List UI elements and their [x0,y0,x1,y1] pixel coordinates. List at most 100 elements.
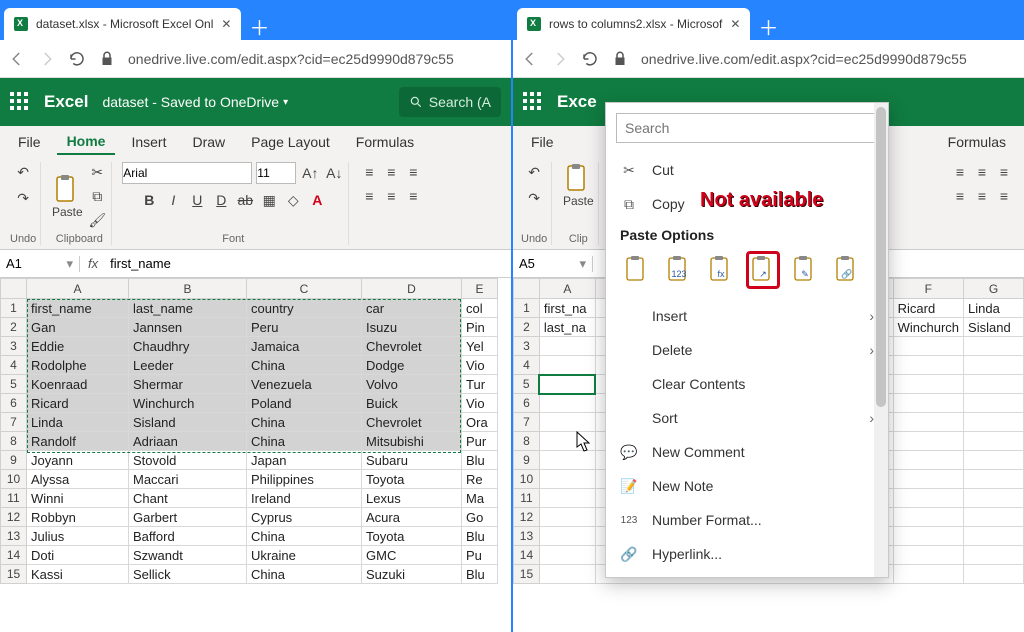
bold-button[interactable]: B [139,190,159,210]
paste-transpose-button[interactable]: ↗ [746,251,780,289]
cell[interactable]: Blu [462,451,498,470]
cell[interactable]: Chant [129,489,247,508]
back-button[interactable] [521,50,539,68]
tab-home[interactable]: Home [57,129,116,155]
row-header[interactable]: 13 [1,527,27,546]
cell[interactable]: Mitsubishi [362,432,462,451]
align-right-button[interactable]: ≡ [403,186,423,206]
tab-draw[interactable]: Draw [182,130,235,154]
cell[interactable]: Pin [462,318,498,337]
cell[interactable] [964,413,1024,432]
tab-file[interactable]: File [8,130,51,154]
cell[interactable]: Bafford [129,527,247,546]
format-painter-button[interactable]: 🖌 [87,210,107,230]
context-clear-contents[interactable]: Clear Contents [606,367,888,401]
row-header[interactable]: 5 [1,375,27,394]
row-header[interactable]: 4 [1,356,27,375]
cell[interactable]: Szwandt [129,546,247,565]
cell[interactable] [893,489,963,508]
cell[interactable]: Ireland [247,489,362,508]
redo-button[interactable]: ↷ [13,188,33,208]
cell[interactable]: Ukraine [247,546,362,565]
cell[interactable]: last_na [539,318,595,337]
cell[interactable] [893,565,963,584]
cell[interactable]: Buick [362,394,462,413]
increase-font-button[interactable]: A↑ [300,163,320,183]
align-top-button[interactable]: ≡ [359,162,379,182]
align-left-button[interactable]: ≡ [359,186,379,206]
italic-button[interactable]: I [163,190,183,210]
cell[interactable] [893,337,963,356]
cell[interactable] [893,413,963,432]
spreadsheet-grid[interactable]: ABCDE1first_namelast_namecountrycarcol2G… [0,278,498,584]
paste-formulas-button[interactable]: fx [704,251,738,289]
context-sort[interactable]: Sort› [606,401,888,435]
search-box[interactable]: Search (A [399,87,501,117]
row-header[interactable]: 14 [1,546,27,565]
fill-color-button[interactable]: ◇ [283,190,303,210]
app-launcher-icon[interactable] [523,92,543,112]
back-button[interactable] [8,50,26,68]
row-header[interactable]: 8 [1,432,27,451]
col-header[interactable]: G [964,279,1024,299]
fx-icon[interactable]: fx [80,256,106,271]
cell[interactable]: Vio [462,394,498,413]
forward-button[interactable] [38,50,56,68]
col-header[interactable]: C [247,279,362,299]
cell[interactable]: Winni [27,489,129,508]
cell[interactable]: Eddie [27,337,129,356]
cell[interactable] [964,565,1024,584]
paste-button[interactable]: Paste [562,162,594,208]
cell[interactable]: Philippines [247,470,362,489]
cell[interactable]: Ora [462,413,498,432]
col-header[interactable]: B [129,279,247,299]
col-header[interactable]: A [27,279,129,299]
paste-formatting-button[interactable]: ✎ [788,251,822,289]
forward-button[interactable] [551,50,569,68]
cell[interactable]: Tur [462,375,498,394]
file-name-status[interactable]: dataset - Saved to OneDrive▾ [102,94,288,110]
cell[interactable]: Dodge [362,356,462,375]
cell[interactable] [893,356,963,375]
paste-button[interactable] [620,251,654,289]
cell[interactable]: Venezuela [247,375,362,394]
cell[interactable]: Ricard [893,299,963,318]
underline-button[interactable]: U [187,190,207,210]
context-insert[interactable]: Insert› [606,299,888,333]
row-header[interactable]: 3 [1,337,27,356]
undo-button[interactable]: ↶ [13,162,33,182]
paste-link-button[interactable]: 🔗 [830,251,864,289]
context-new-comment[interactable]: 💬New Comment [606,435,888,469]
tab-page-layout[interactable]: Page Layout [241,130,340,154]
cell[interactable] [539,508,595,527]
col-header[interactable]: A [539,279,595,299]
cell[interactable] [964,451,1024,470]
cell[interactable]: Isuzu [362,318,462,337]
cell[interactable]: China [247,413,362,432]
cell[interactable]: Suzuki [362,565,462,584]
cell[interactable]: car [362,299,462,318]
font-size-select[interactable] [256,162,296,184]
cell[interactable]: Volvo [362,375,462,394]
row-header[interactable]: 3 [514,337,540,356]
cell[interactable]: Lexus [362,489,462,508]
cell[interactable]: Pu [462,546,498,565]
cell[interactable]: Ricard [27,394,129,413]
cell[interactable]: Vio [462,356,498,375]
align-left-button[interactable]: ≡ [950,186,970,206]
row-header[interactable]: 6 [1,394,27,413]
row-header[interactable]: 10 [1,470,27,489]
cell[interactable]: Maccari [129,470,247,489]
cell[interactable]: Leeder [129,356,247,375]
cell[interactable]: China [247,432,362,451]
formula-value[interactable]: first_name [106,256,175,271]
cell[interactable] [964,489,1024,508]
cell[interactable] [964,470,1024,489]
row-header[interactable]: 6 [514,394,540,413]
cell[interactable]: Go [462,508,498,527]
cell[interactable]: Kassi [27,565,129,584]
font-color-button[interactable]: A [307,190,327,210]
font-name-select[interactable] [122,162,252,184]
row-header[interactable]: 11 [1,489,27,508]
cell[interactable] [539,565,595,584]
